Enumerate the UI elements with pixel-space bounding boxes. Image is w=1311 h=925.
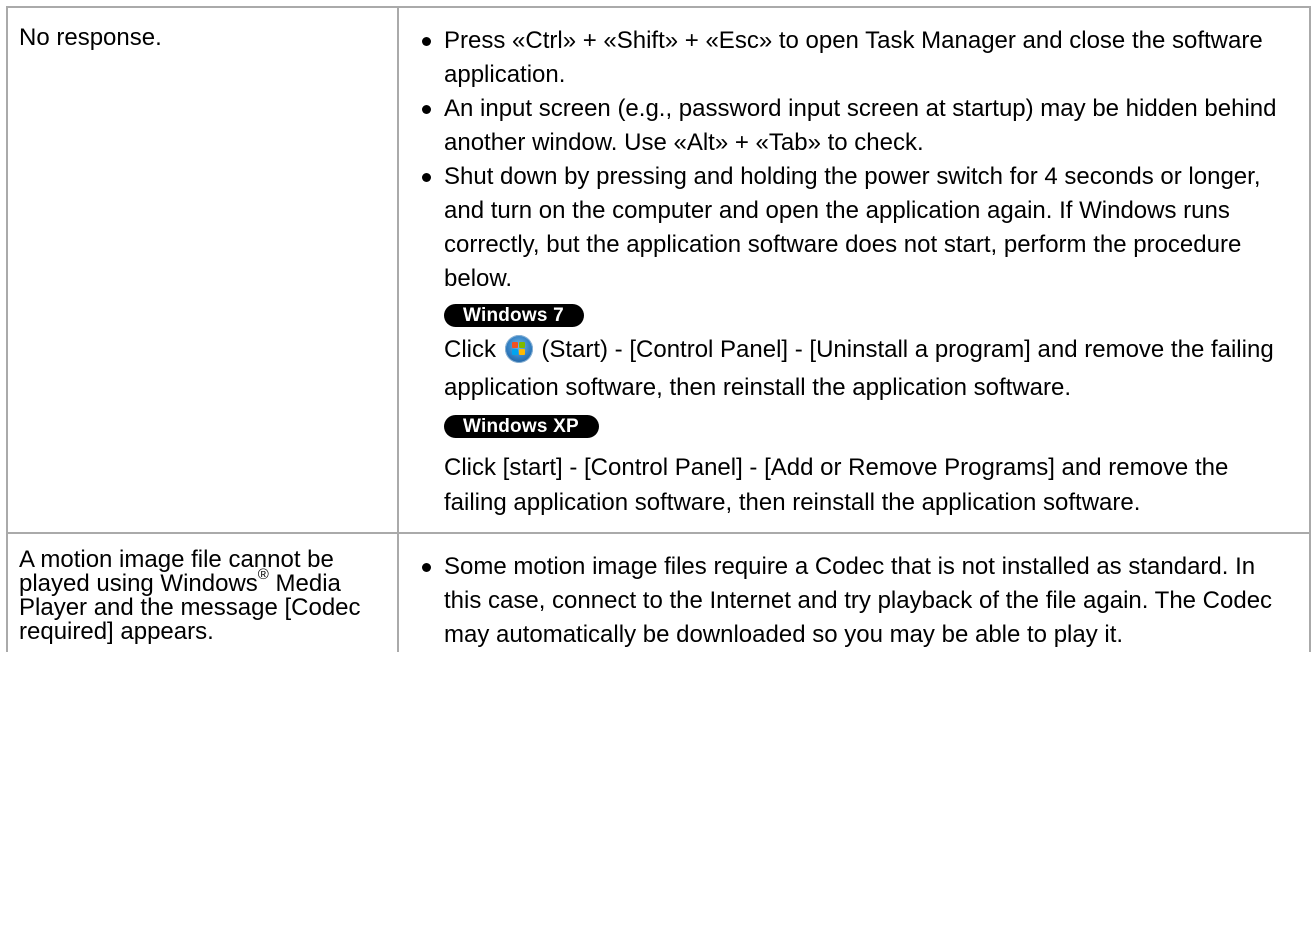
list-item: Press «Ctrl» + «Shift» + «Esc» to open T… xyxy=(419,24,1289,92)
windows-xp-instructions: Click [start] - [Control Panel] - [Add o… xyxy=(444,454,1229,516)
click-suffix: (Start) - [Control Panel] - [Uninstall a… xyxy=(541,336,1078,363)
table-row: No response. Press «Ctrl» + «Shift» + «E… xyxy=(6,6,1311,534)
symptom-text: No response. xyxy=(19,24,162,51)
click-prefix: Click xyxy=(444,336,496,363)
symptom-text: A motion image file cannot be played usi… xyxy=(19,546,361,645)
list-item: Shut down by pressing and holding the po… xyxy=(419,160,1289,296)
list-item: An input screen (e.g., password input sc… xyxy=(419,92,1289,160)
bullet-icon xyxy=(422,563,431,572)
solution-text: An input screen (e.g., password input sc… xyxy=(444,95,1277,156)
symptom-cell: A motion image file cannot be played usi… xyxy=(6,532,399,652)
windows-start-orb-icon xyxy=(504,335,533,363)
windows-7-instructions: Click (Start) - [Control Panel] - [Unins… xyxy=(444,331,1289,407)
solution-list: Some motion image files require a Codec … xyxy=(419,550,1289,652)
bullet-icon xyxy=(422,173,431,182)
solution-text: Press «Ctrl» + «Shift» + «Esc» to open T… xyxy=(444,27,1263,88)
registered-mark: ® xyxy=(257,566,269,583)
solution-cell: Press «Ctrl» + «Shift» + «Esc» to open T… xyxy=(397,6,1311,534)
windows-7-badge: Windows 7 xyxy=(444,304,584,327)
troubleshooting-table: No response. Press «Ctrl» + «Shift» + «E… xyxy=(6,6,1311,652)
table-row: A motion image file cannot be played usi… xyxy=(6,532,1311,652)
solution-cell: Some motion image files require a Codec … xyxy=(397,532,1311,652)
solution-text: Shut down by pressing and holding the po… xyxy=(444,163,1261,292)
bullet-icon xyxy=(422,37,431,46)
bullet-icon xyxy=(422,105,431,114)
list-item: Some motion image files require a Codec … xyxy=(419,550,1289,652)
symptom-cell: No response. xyxy=(6,6,399,534)
solution-text: Some motion image files require a Codec … xyxy=(444,553,1273,648)
windows-xp-badge: Windows XP xyxy=(444,415,599,438)
solution-list: Press «Ctrl» + «Shift» + «Esc» to open T… xyxy=(419,24,1289,296)
